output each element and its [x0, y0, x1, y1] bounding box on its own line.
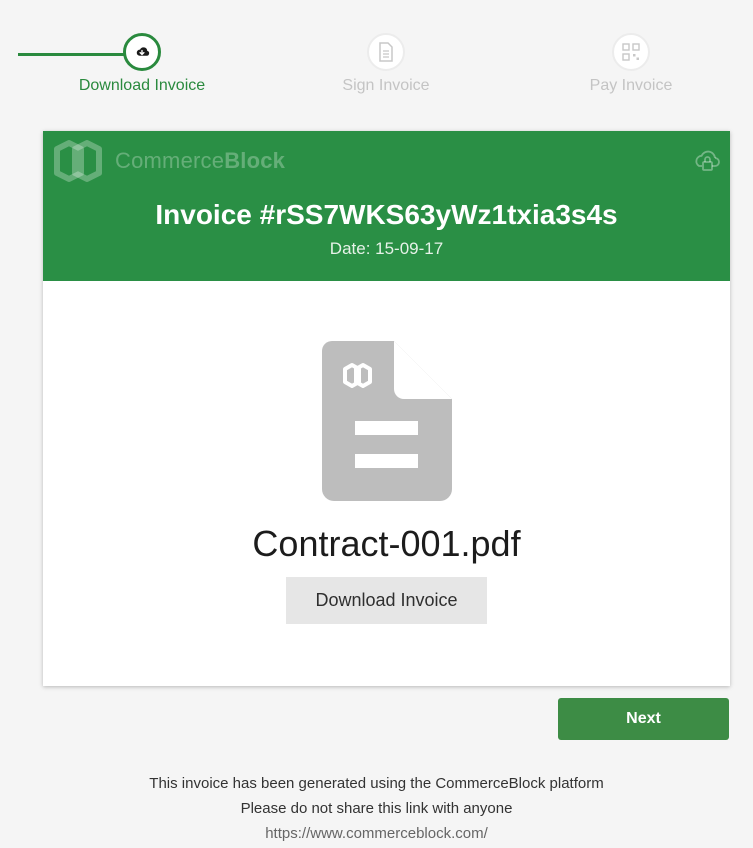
step-label: Sign Invoice	[342, 77, 430, 94]
pdf-document-icon	[322, 341, 452, 501]
footer-website-link[interactable]: https://www.commerceblock.com/	[0, 821, 753, 846]
next-button[interactable]: Next	[558, 698, 729, 740]
cloud-lock-icon	[692, 145, 722, 175]
brand-name: CommerceBlock	[115, 148, 286, 173]
invoice-card: CommerceBlock Invoice #rSS7WKS63yWz1txia…	[43, 131, 730, 686]
footer-generated-note: This invoice has been generated using th…	[149, 775, 604, 792]
progress-stepper: Download Invoice Sign Invoice Pay Invoic…	[0, 0, 753, 110]
footer: This invoice has been generated using th…	[0, 771, 753, 846]
step-pay-invoice[interactable]: Pay Invoice	[531, 33, 731, 95]
qr-code-icon	[612, 33, 650, 71]
commerceblock-logo-icon	[54, 140, 102, 182]
invoice-number-title: Invoice #rSS7WKS63yWz1txia3s4s	[155, 199, 618, 230]
commerceblock-logo: CommerceBlock	[49, 139, 285, 183]
step-sign-invoice[interactable]: Sign Invoice	[286, 33, 486, 95]
footer-privacy-note: Please do not share this link with anyon…	[240, 800, 513, 817]
download-invoice-button[interactable]: Download Invoice	[286, 577, 487, 624]
file-name: Contract-001.pdf	[252, 523, 521, 564]
invoice-page: Download Invoice Sign Invoice Pay Invoic…	[0, 0, 753, 848]
invoice-date: Date: 15-09-17	[329, 239, 444, 258]
step-download-invoice[interactable]: Download Invoice	[42, 33, 242, 95]
invoice-header: CommerceBlock Invoice #rSS7WKS63yWz1txia…	[43, 131, 730, 281]
document-icon	[367, 33, 405, 71]
step-label: Pay Invoice	[589, 77, 673, 94]
step-label: Download Invoice	[78, 77, 206, 94]
cloud-download-icon	[123, 33, 161, 71]
